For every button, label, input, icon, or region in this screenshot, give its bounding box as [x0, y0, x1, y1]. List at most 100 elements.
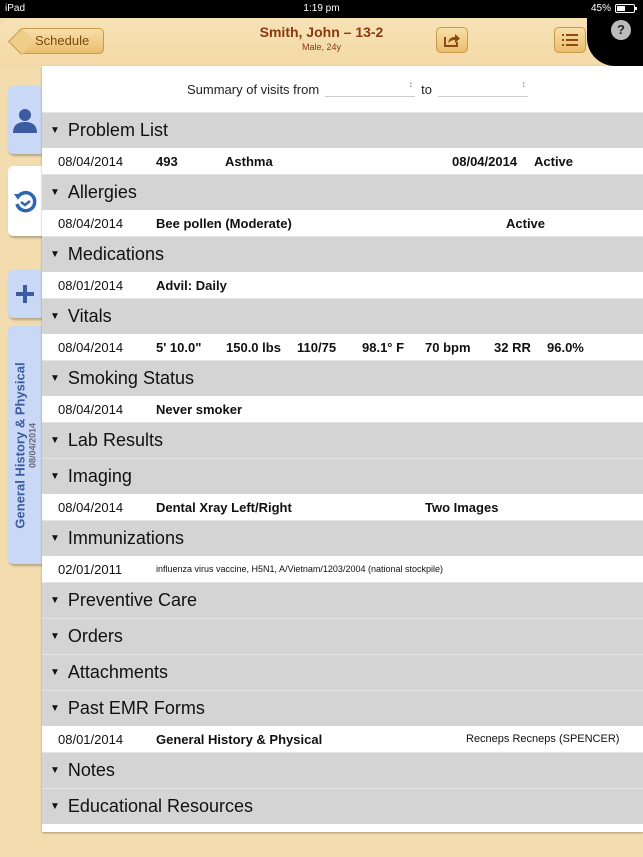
section-imaging[interactable]: ▼ Imaging — [42, 458, 643, 494]
form-tab-title: General History & Physical — [12, 361, 28, 529]
section-preventive-care[interactable]: ▼ Preventive Care — [42, 582, 643, 618]
problem-code: 493 — [156, 153, 178, 169]
section-title: Educational Resources — [67, 796, 254, 816]
smoking-row[interactable]: 08/04/2014 Never smoker — [42, 396, 643, 422]
to-date-select[interactable] — [438, 79, 529, 97]
patient-name: Smith, John – 13-2 — [259, 24, 384, 40]
section-past-emr-forms[interactable]: ▼ Past EMR Forms — [42, 690, 643, 726]
plus-icon — [16, 285, 34, 303]
section-title: Orders — [67, 626, 123, 646]
disclosure-triangle-icon: ▼ — [50, 249, 60, 260]
share-icon — [444, 34, 460, 47]
status-bar: iPad 1:19 pm 45% — [0, 0, 643, 18]
medication-name: Advil: Daily — [156, 277, 227, 293]
section-immunizations[interactable]: ▼ Immunizations — [42, 520, 643, 556]
allergy-name: Bee pollen (Moderate) — [156, 215, 292, 231]
disclosure-triangle-icon: ▼ — [50, 667, 60, 678]
disclosure-triangle-icon: ▼ — [50, 533, 60, 544]
section-allergies[interactable]: ▼ Allergies — [42, 174, 643, 210]
immunization-row[interactable]: 02/01/2011 influenza virus vaccine, H5N1… — [42, 556, 643, 582]
section-lab-results[interactable]: ▼ Lab Results — [42, 422, 643, 458]
disclosure-triangle-icon: ▼ — [50, 765, 60, 776]
vital-height: 5' 10.0" — [156, 339, 202, 355]
past-form-row[interactable]: 08/01/2014 General History & Physical Re… — [42, 726, 643, 752]
battery-icon — [615, 4, 637, 13]
form-tab-label: General History & Physical 08/04/2014 — [13, 362, 38, 528]
person-icon — [13, 109, 37, 133]
row-date: 08/01/2014 — [58, 277, 124, 293]
disclosure-triangle-icon: ▼ — [50, 595, 60, 606]
sidebar-tab-add[interactable] — [8, 270, 42, 318]
row-date: 08/04/2014 — [58, 215, 124, 231]
visit-filter: Summary of visits from to — [42, 66, 643, 112]
section-title: Imaging — [67, 466, 132, 486]
row-date: 08/01/2014 — [58, 731, 124, 747]
disclosure-triangle-icon: ▼ — [50, 631, 60, 642]
sidebar-tab-patient[interactable] — [8, 86, 42, 154]
disclosure-triangle-icon: ▼ — [50, 471, 60, 482]
section-title: Past EMR Forms — [67, 698, 205, 718]
section-educational-resources[interactable]: ▼ Educational Resources — [42, 788, 643, 824]
disclosure-triangle-icon: ▼ — [50, 801, 60, 812]
disclosure-triangle-icon: ▼ — [50, 311, 60, 322]
vital-blood-pressure: 110/75 — [297, 339, 337, 355]
disclosure-triangle-icon: ▼ — [50, 373, 60, 384]
disclosure-triangle-icon: ▼ — [50, 703, 60, 714]
allergy-status: Active — [506, 215, 546, 231]
problem-row[interactable]: 08/04/2014 493 Asthma 08/04/2014 Active — [42, 148, 643, 174]
battery-percent: 45% — [590, 3, 611, 14]
patient-demographics: Male, 24y — [301, 42, 342, 52]
section-vitals[interactable]: ▼ Vitals — [42, 298, 643, 334]
filter-to-label: to — [421, 81, 433, 97]
imaging-detail: Two Images — [425, 499, 499, 515]
immunization-name: influenza virus vaccine, H5N1, A/Vietnam… — [156, 564, 443, 574]
section-title: Allergies — [67, 182, 137, 202]
vital-spo2: 96.0% — [547, 339, 584, 355]
form-provider: Recneps Recneps (SPENCER) — [466, 733, 620, 745]
disclosure-triangle-icon: ▼ — [50, 125, 60, 136]
summary-panel: Summary of visits from to ▼Problem List … — [42, 66, 643, 832]
section-problem-list[interactable]: ▼ Problem List — [42, 112, 643, 148]
section-orders[interactable]: ▼ Orders — [42, 618, 643, 654]
sidebar-tab-history[interactable] — [8, 166, 42, 236]
section-title: Notes — [67, 760, 115, 780]
section-medications[interactable]: ▼ Medications — [42, 236, 643, 272]
vital-pulse: 70 bpm — [425, 339, 471, 355]
medication-row[interactable]: 08/01/2014 Advil: Daily — [42, 272, 643, 298]
row-date: 02/01/2011 — [58, 561, 123, 577]
problem-status: Active — [534, 153, 574, 169]
history-icon — [14, 190, 37, 213]
sidebar-tab-form[interactable]: General History & Physical 08/04/2014 — [8, 326, 42, 564]
section-title: Immunizations — [67, 528, 184, 548]
form-name: General History & Physical — [156, 731, 323, 747]
vital-respiration: 32 RR — [494, 339, 531, 355]
filter-from-label: Summary of visits from — [186, 81, 320, 97]
imaging-row[interactable]: 08/04/2014 Dental Xray Left/Right Two Im… — [42, 494, 643, 520]
patient-header: Smith, John – 13-2 Male, 24y — [0, 24, 643, 52]
section-smoking-status[interactable]: ▼ Smoking Status — [42, 360, 643, 396]
form-tab-date: 08/04/2014 — [27, 422, 38, 468]
imaging-name: Dental Xray Left/Right — [156, 499, 292, 515]
row-date: 08/04/2014 — [58, 401, 124, 417]
vitals-row[interactable]: 08/04/2014 5' 10.0" 150.0 lbs 110/75 98.… — [42, 334, 643, 360]
menu-list-button[interactable] — [554, 27, 586, 53]
section-notes[interactable]: ▼ Notes — [42, 752, 643, 788]
problem-onset-date: 08/04/2014 — [452, 153, 518, 169]
section-title: Lab Results — [67, 430, 163, 450]
battery-status: 45% — [590, 3, 637, 14]
section-attachments[interactable]: ▼ Attachments — [42, 654, 643, 690]
allergy-row[interactable]: 08/04/2014 Bee pollen (Moderate) Active — [42, 210, 643, 236]
share-button[interactable] — [436, 27, 468, 53]
section-title: Attachments — [67, 662, 168, 682]
row-date: 08/04/2014 — [58, 153, 124, 169]
list-icon — [562, 34, 578, 46]
vital-temperature: 98.1° F — [362, 339, 405, 355]
clock: 1:19 pm — [303, 3, 340, 14]
problem-name: Asthma — [225, 153, 273, 169]
from-date-select[interactable] — [325, 79, 416, 97]
section-title: Medications — [67, 244, 164, 264]
section-title: Problem List — [67, 120, 168, 140]
row-date: 08/04/2014 — [58, 339, 124, 355]
disclosure-triangle-icon: ▼ — [50, 187, 60, 198]
smoking-status-value: Never smoker — [156, 401, 242, 417]
